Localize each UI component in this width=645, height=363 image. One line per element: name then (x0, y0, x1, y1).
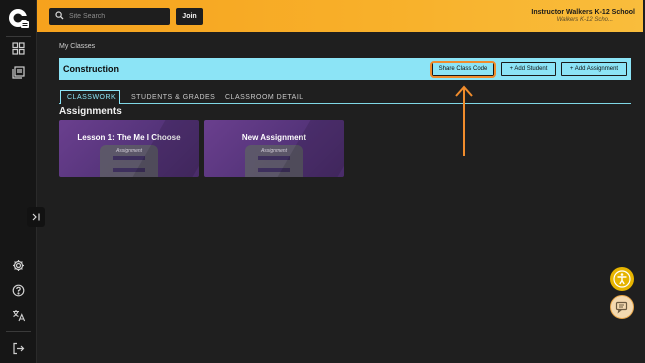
dashboard-icon[interactable] (10, 40, 27, 57)
clipboard-icon: Assignment (245, 145, 303, 177)
user-school: Walkers K-12 Scho... (556, 17, 613, 23)
translate-icon[interactable] (10, 307, 27, 324)
share-class-code-button[interactable]: Share Class Code (432, 62, 494, 76)
clipboard-line (113, 168, 145, 172)
tab-classwork[interactable]: CLASSWORK (60, 90, 120, 104)
search-input[interactable] (69, 9, 165, 24)
help-icon[interactable] (10, 282, 27, 299)
accessibility-icon (613, 270, 631, 288)
site-search[interactable] (49, 8, 170, 25)
expand-icon (32, 213, 40, 221)
logout-icon[interactable] (10, 340, 27, 357)
class-header: Construction Share Class Code + Add Stud… (59, 58, 631, 80)
annotation-arrow-icon (455, 85, 473, 156)
tab-students-grades[interactable]: STUDENTS & GRADES (125, 90, 215, 104)
sidebar-divider (6, 331, 31, 332)
library-icon[interactable] (10, 64, 27, 81)
assignments-heading: Assignments (59, 106, 122, 117)
user-name[interactable]: Instructor Walkers K-12 School (531, 9, 635, 16)
clipboard-line (258, 156, 290, 160)
sidebar-divider (6, 36, 31, 37)
chat-icon (615, 301, 628, 314)
add-assignment-button[interactable]: + Add Assignment (561, 62, 627, 76)
assignment-card[interactable]: Assignment New Assignment (204, 120, 344, 177)
breadcrumb[interactable]: My Classes (59, 43, 95, 50)
top-bar: Join Instructor Walkers K-12 School Walk… (37, 0, 643, 32)
tab-classroom-detail[interactable]: CLASSROOM DETAIL (219, 90, 303, 104)
card-tag: Assignment (115, 148, 143, 154)
join-button[interactable]: Join (176, 8, 203, 25)
add-student-button[interactable]: + Add Student (501, 62, 556, 76)
card-title: Lesson 1: The Me I Choose (77, 133, 181, 142)
clipboard-icon: Assignment (100, 145, 158, 177)
clipboard-line (113, 156, 145, 160)
app-logo-icon[interactable] (7, 7, 31, 31)
search-icon (55, 11, 64, 20)
card-tag: Assignment (260, 148, 288, 154)
accessibility-button[interactable] (610, 267, 634, 291)
chat-button[interactable] (610, 295, 634, 319)
sidebar (0, 0, 37, 363)
sidebar-expand-button[interactable] (27, 207, 45, 227)
class-title: Construction (63, 64, 119, 74)
settings-icon[interactable] (10, 257, 27, 274)
assignment-card[interactable]: Assignment Lesson 1: The Me I Choose (59, 120, 199, 177)
class-tabs: CLASSWORK STUDENTS & GRADES CLASSROOM DE… (59, 90, 631, 104)
card-title: New Assignment (241, 133, 307, 142)
clipboard-line (258, 168, 290, 172)
